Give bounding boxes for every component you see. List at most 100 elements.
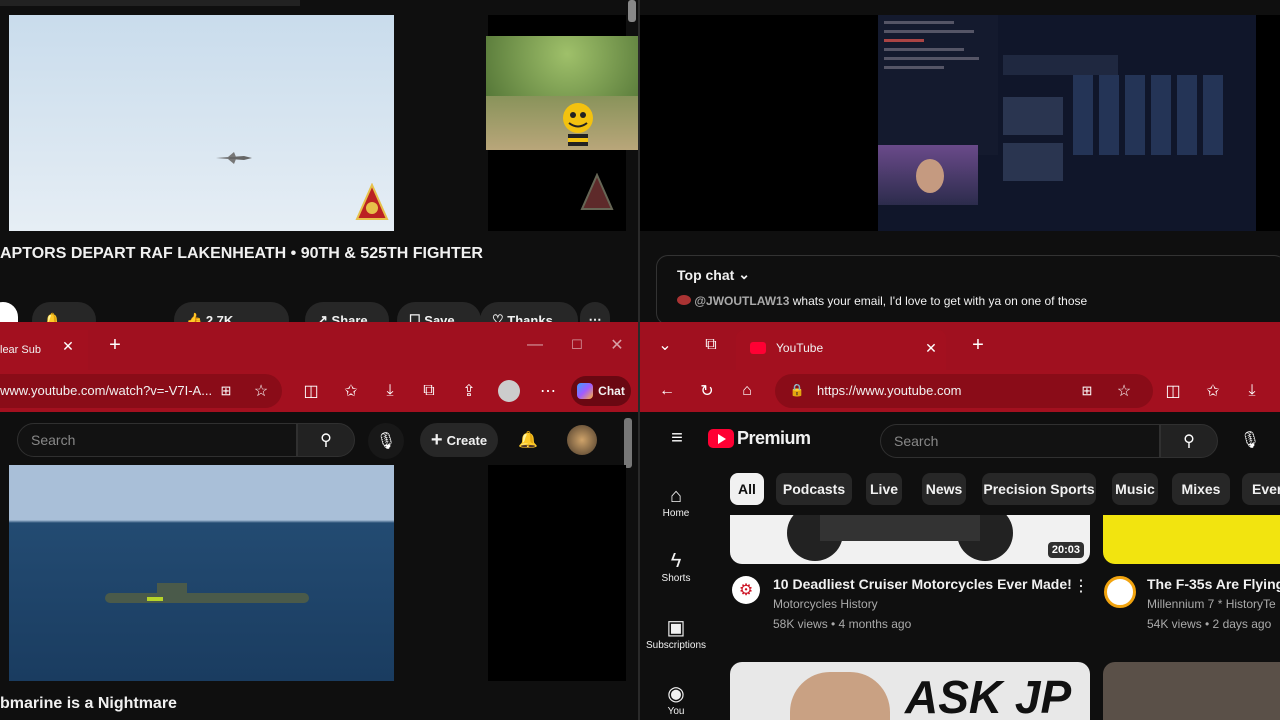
app-available-icon[interactable]: ⊞ <box>1077 381 1097 401</box>
save-button[interactable]: ☐ Save <box>397 302 481 322</box>
save-label: Save <box>424 312 455 323</box>
address-bar[interactable]: 🔒 https://www.youtube.com ⊞ ☆ <box>775 374 1153 408</box>
new-tab-icon[interactable]: + <box>967 334 989 356</box>
thanks-icon: ♡ <box>492 312 504 322</box>
live-chat-panel: Top chat ⌄ @JWOUTLAW13 whats your email,… <box>656 255 1280 322</box>
notification-bell-button[interactable]: 🔔 <box>32 302 96 322</box>
close-tab-icon[interactable]: ✕ <box>921 338 941 358</box>
close-window-icon[interactable]: ✕ <box>606 334 628 356</box>
search-button[interactable]: ⚲ <box>1160 424 1218 458</box>
workspaces-icon[interactable]: ⧉ <box>700 334 722 356</box>
share-page-icon[interactable]: ⇪ <box>458 380 480 402</box>
video-meta: 58K views • 4 months ago <box>773 617 912 631</box>
thanks-button[interactable]: ♡ Thanks <box>480 302 578 322</box>
new-tab-icon[interactable]: + <box>104 334 126 356</box>
copilot-chat-button[interactable]: Chat <box>571 376 631 406</box>
more-actions-button[interactable]: ⋯ <box>580 302 610 322</box>
share-button[interactable]: ↗ Share <box>305 302 389 322</box>
game-screen <box>878 15 1256 231</box>
video-thumbnail[interactable]: 20:03 <box>730 515 1090 564</box>
channel-name[interactable]: Motorcycles History <box>773 597 878 611</box>
downloads-icon[interactable]: ⤓ <box>1241 380 1263 402</box>
video-player[interactable] <box>9 15 394 231</box>
chip-precision-sports[interactable]: Precision Sports <box>982 473 1096 505</box>
account-avatar[interactable] <box>567 425 597 455</box>
nav-home[interactable]: ⌂ Home <box>640 484 712 519</box>
chip-all[interactable]: All <box>730 473 764 505</box>
scrollbar[interactable] <box>624 418 632 468</box>
channel-name[interactable]: Millennium 7 * HistoryTe <box>1147 597 1280 611</box>
chip-live[interactable]: Live <box>866 473 902 505</box>
video-meta: 54K views • 2 days ago <box>1147 617 1272 631</box>
like-button[interactable]: 👍 2.7K <box>174 302 289 322</box>
tab-active[interactable]: YouTube ✕ <box>736 330 946 370</box>
video-thumbnail[interactable] <box>1103 662 1280 720</box>
chip-mixes[interactable]: Mixes <box>1172 473 1230 505</box>
favorite-star-icon[interactable]: ☆ <box>1114 381 1134 401</box>
tab-bar: ⌄ ⧉ YouTube ✕ + <box>640 322 1280 370</box>
voice-search-button[interactable]: 🎙 <box>1238 426 1262 454</box>
youtube-logo[interactable]: Premium <box>708 428 811 449</box>
back-icon[interactable]: ← <box>656 380 678 402</box>
close-tab-icon[interactable]: ✕ <box>58 336 78 356</box>
screenshot-icon[interactable]: ⧉ <box>418 380 440 402</box>
home-icon[interactable]: ⌂ <box>736 380 758 402</box>
nav-shorts[interactable]: ϟ Shorts <box>640 549 712 584</box>
create-button[interactable]: + Create <box>420 423 498 457</box>
channel-avatar[interactable] <box>1104 576 1136 608</box>
voice-search-button[interactable]: 🎙 <box>368 423 404 459</box>
search-input[interactable]: Search <box>880 424 1160 458</box>
downloads-icon[interactable]: ⤓ <box>379 380 401 402</box>
favorite-star-icon[interactable]: ☆ <box>251 381 271 401</box>
video-player[interactable] <box>9 465 394 681</box>
video-title: APTORS DEPART RAF LAKENHEATH • 90TH & 52… <box>0 245 483 262</box>
channel-avatar[interactable]: ⚙ <box>732 576 760 604</box>
subscribe-button[interactable] <box>0 302 18 322</box>
chip-every[interactable]: Every <box>1242 473 1280 505</box>
maximize-icon[interactable]: ☐ <box>566 334 588 356</box>
search-button[interactable]: ⚲ <box>297 423 355 457</box>
weapon-slot <box>1003 143 1063 181</box>
logo-text: Premium <box>737 428 811 448</box>
copilot-icon <box>577 383 594 399</box>
app-available-icon[interactable]: ⊞ <box>216 381 236 401</box>
hamburger-menu-icon[interactable]: ≡ <box>666 427 688 449</box>
refresh-icon[interactable]: ↻ <box>696 380 718 402</box>
url-text: https://www.youtube.com <box>817 383 962 398</box>
minimize-icon[interactable]: — <box>524 334 546 356</box>
stream-player[interactable] <box>640 15 1280 231</box>
nav-you[interactable]: ◉ You <box>640 682 712 717</box>
favorites-icon[interactable]: ✩ <box>340 380 362 402</box>
chip-podcasts[interactable]: Podcasts <box>776 473 852 505</box>
tab-actions-chevron-icon[interactable]: ⌄ <box>654 334 676 356</box>
pip-video[interactable] <box>486 36 638 150</box>
notifications-icon[interactable]: 🔔 <box>516 428 540 452</box>
chip-music[interactable]: Music <box>1112 473 1158 505</box>
video-menu-icon[interactable]: ⋮ <box>1072 576 1090 596</box>
video-thumbnail[interactable]: ASK JP <box>730 662 1090 720</box>
more-menu-icon[interactable]: ⋯ <box>537 380 559 402</box>
favorites-icon[interactable]: ✩ <box>1202 380 1224 402</box>
video-title[interactable]: The F-35s Are Flying <box>1147 576 1280 592</box>
address-toolbar: ← ↻ ⌂ 🔒 https://www.youtube.com ⊞ ☆ ◫ ✩ … <box>640 370 1280 412</box>
search-input[interactable]: Search <box>17 423 297 457</box>
lock-icon: 🔒 <box>789 383 805 397</box>
nav-label: Subscriptions <box>645 640 707 651</box>
bell-icon: 🔔 <box>44 312 61 322</box>
top-chat-selector[interactable]: Top chat ⌄ <box>677 266 750 283</box>
like-count: 2.7K <box>205 312 234 323</box>
nav-subscriptions[interactable]: ▣ Subscriptions <box>640 616 712 651</box>
nav-label: You <box>667 706 685 717</box>
profile-avatar-icon[interactable] <box>498 380 520 402</box>
youtube-favicon-icon <box>750 342 766 354</box>
chip-news[interactable]: News <box>922 473 966 505</box>
video-thumbnail[interactable] <box>1103 515 1280 564</box>
person-image <box>790 672 890 720</box>
split-screen-icon[interactable]: ◫ <box>1162 380 1184 402</box>
address-bar[interactable]: www.youtube.com/watch?v=-V7I-A... ⊞ ☆ <box>0 374 282 408</box>
chat-message: @JWOUTLAW13 whats your email, I'd love t… <box>677 294 1087 308</box>
secondary-video[interactable] <box>488 465 626 681</box>
video-title[interactable]: 10 Deadliest Cruiser Motorcycles Ever Ma… <box>773 576 1073 592</box>
scrollbar[interactable] <box>628 0 636 22</box>
split-screen-icon[interactable]: ◫ <box>300 380 322 402</box>
